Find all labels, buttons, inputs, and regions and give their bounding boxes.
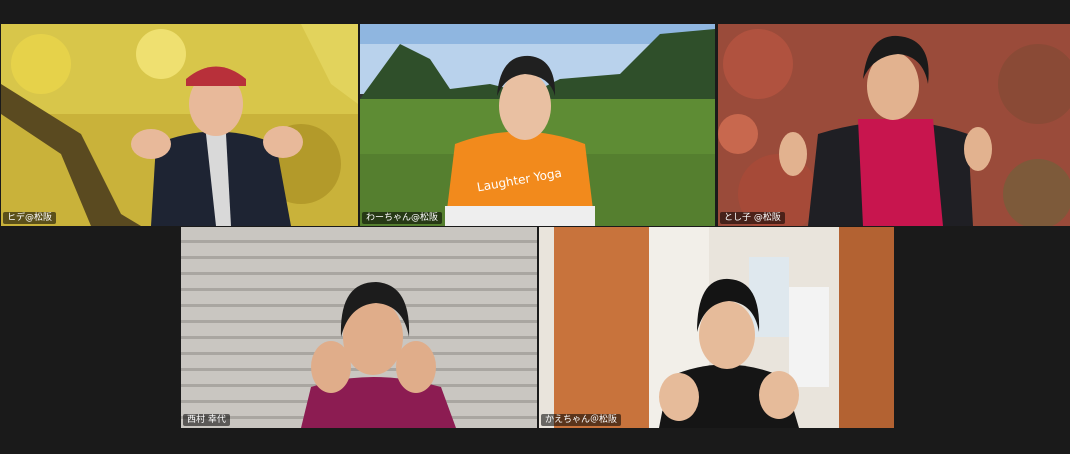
video-tile-1[interactable]: ヒデ@松阪 — [1, 24, 358, 226]
participant-video-3 — [718, 24, 1070, 226]
video-tile-4[interactable]: 西村 幸代 — [181, 227, 537, 428]
participant-name-tag: とし子 @松阪 — [720, 212, 785, 224]
participant-video-5 — [539, 227, 894, 428]
video-tile-3[interactable]: とし子 @松阪 — [718, 24, 1070, 226]
participant-video-4 — [181, 227, 537, 428]
participant-name-tag: わーちゃん@松阪 — [362, 212, 443, 224]
participant-video-2: Laughter Yoga — [360, 24, 715, 226]
participant-name-tag: ヒデ@松阪 — [3, 212, 57, 224]
video-tile-2[interactable]: Laughter Yoga わーちゃん@松阪 — [360, 24, 715, 226]
participant-name-tag: かえちゃん＠松阪 — [541, 414, 622, 426]
video-gallery: ヒデ@松阪 Laughter Yoga わーちゃん@松阪 とし子 @松阪 西村 … — [0, 0, 1070, 454]
participant-name-tag: 西村 幸代 — [183, 414, 230, 426]
video-tile-5[interactable]: かえちゃん＠松阪 — [539, 227, 894, 428]
participant-video-1 — [1, 24, 358, 226]
